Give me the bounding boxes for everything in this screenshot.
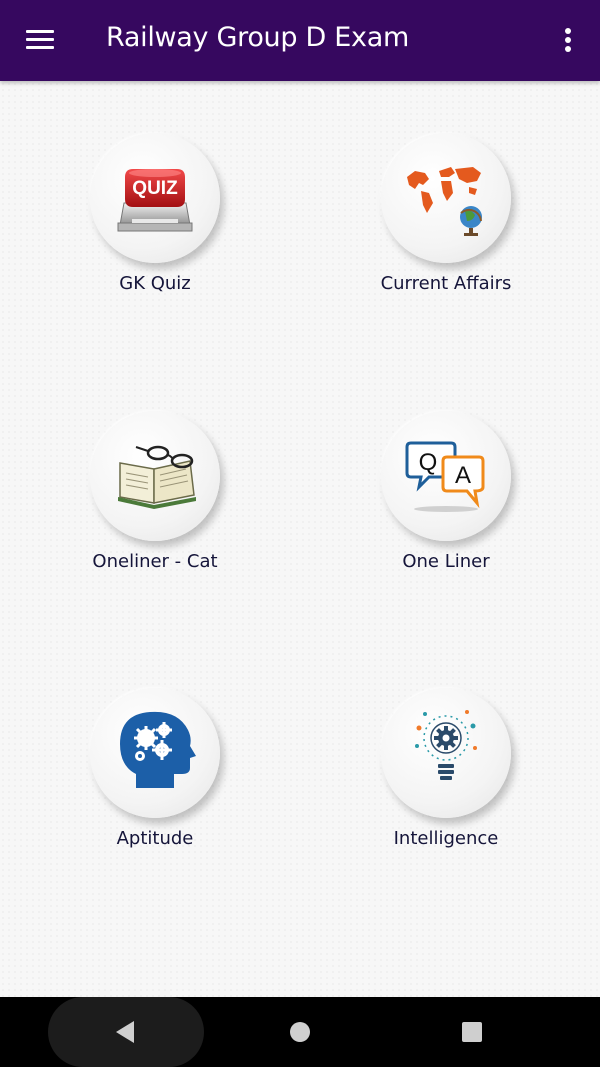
- quiz-button-icon: QUIZ: [90, 133, 220, 263]
- main-grid: QUIZ GK Quiz Current Affairs Oneliner - …: [0, 81, 600, 997]
- tile-label: Intelligence: [393, 828, 499, 849]
- tile-label: Current Affairs: [380, 273, 512, 294]
- qa-speech-bubbles-icon: Q A: [381, 411, 511, 541]
- tile-oneliner-cat[interactable]: Oneliner - Cat: [55, 411, 255, 591]
- tile-label: Oneliner - Cat: [92, 551, 218, 572]
- tile-label: One Liner: [402, 551, 490, 572]
- recents-square-icon[interactable]: [456, 1016, 488, 1048]
- world-map-globe-icon: [381, 133, 511, 263]
- back-triangle-icon[interactable]: [106, 1015, 142, 1049]
- system-nav-bar: [0, 997, 600, 1067]
- tile-label: GK Quiz: [119, 273, 191, 294]
- qa-icon-q: Q: [419, 449, 438, 476]
- page-title: Railway Group D Exam: [106, 22, 409, 53]
- tile-gk-quiz[interactable]: QUIZ GK Quiz: [55, 133, 255, 313]
- tile-label: Aptitude: [116, 828, 194, 849]
- qa-icon-a: A: [455, 462, 471, 489]
- tile-aptitude[interactable]: Aptitude: [55, 688, 255, 868]
- more-vertical-icon[interactable]: [552, 20, 584, 60]
- lightbulb-gear-icon: [381, 688, 511, 818]
- hamburger-menu-icon[interactable]: [18, 20, 62, 60]
- quiz-icon-text: QUIZ: [132, 178, 178, 199]
- home-circle-icon[interactable]: [284, 1016, 316, 1048]
- book-glasses-icon: [90, 411, 220, 541]
- tile-one-liner[interactable]: Q A One Liner: [346, 411, 546, 591]
- tile-current-affairs[interactable]: Current Affairs: [346, 133, 546, 313]
- app-bar: Railway Group D Exam: [0, 0, 600, 81]
- tile-intelligence[interactable]: Intelligence: [346, 688, 546, 868]
- head-gears-icon: [90, 688, 220, 818]
